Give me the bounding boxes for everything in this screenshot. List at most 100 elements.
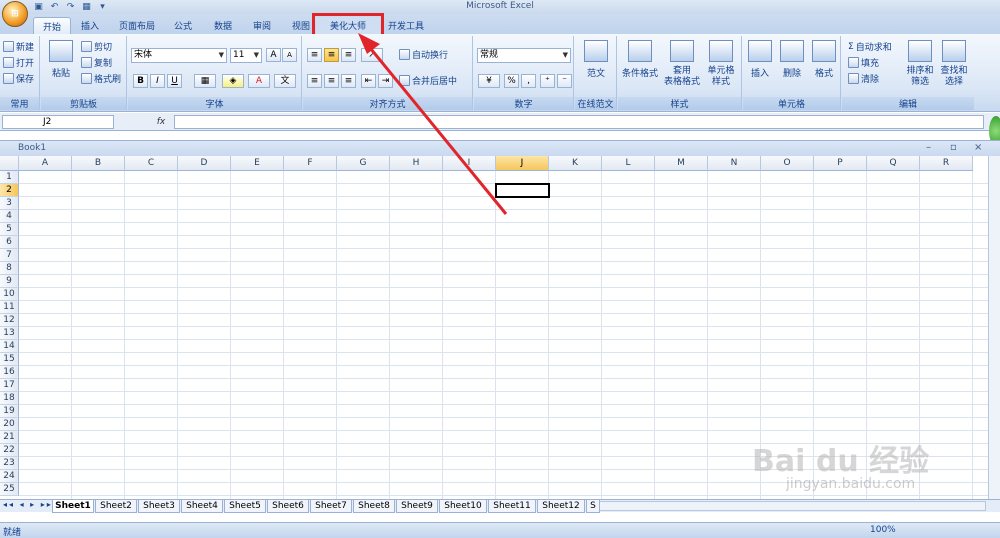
align-center-button[interactable]: ≡: [324, 74, 339, 88]
column-header[interactable]: R: [920, 156, 973, 171]
underline-button[interactable]: U: [167, 74, 182, 88]
row-header[interactable]: 14: [0, 340, 19, 353]
row-header[interactable]: 12: [0, 314, 19, 327]
row-header[interactable]: 17: [0, 379, 19, 392]
fill-button[interactable]: 填充: [848, 56, 879, 69]
sheet-tab[interactable]: Sheet1: [52, 500, 94, 513]
sheet-tab[interactable]: Sheet3: [138, 500, 180, 513]
select-all-corner[interactable]: [0, 156, 19, 171]
phonetic-button[interactable]: 文: [274, 74, 296, 88]
insert-cells-button[interactable]: 插入: [745, 40, 775, 79]
sheet-tab[interactable]: S: [586, 500, 600, 513]
row-header[interactable]: 15: [0, 353, 19, 366]
redo-icon[interactable]: ↷: [64, 2, 77, 13]
table-icon[interactable]: ▦: [80, 2, 93, 13]
row-header[interactable]: 24: [0, 470, 19, 483]
tab-home[interactable]: 开始: [33, 17, 71, 34]
increase-decimal-button[interactable]: ⁺: [540, 74, 555, 88]
sheet-tab[interactable]: Sheet2: [95, 500, 137, 513]
tab-developer[interactable]: 开发工具: [384, 17, 428, 34]
find-select-button[interactable]: 查找和 选择: [938, 40, 970, 88]
column-header[interactable]: O: [761, 156, 814, 171]
align-middle-button[interactable]: ≡: [324, 48, 339, 62]
restore-icon[interactable]: ▫: [950, 142, 957, 153]
column-header[interactable]: P: [814, 156, 867, 171]
conditional-format-button[interactable]: 条件格式: [620, 40, 660, 79]
close-icon[interactable]: ×: [974, 142, 982, 153]
font-size-select[interactable]: 11 ▼: [230, 48, 262, 63]
format-painter-button[interactable]: 格式刷: [81, 72, 121, 85]
tab-formulas[interactable]: 公式: [168, 17, 198, 34]
name-box[interactable]: J2: [2, 115, 114, 129]
insert-function-icon[interactable]: fx: [150, 115, 172, 129]
row-header[interactable]: 13: [0, 327, 19, 340]
row-header[interactable]: 11: [0, 301, 19, 314]
sheet-tab[interactable]: Sheet10: [439, 500, 487, 513]
row-header[interactable]: 21: [0, 431, 19, 444]
font-name-select[interactable]: 宋体 ▼: [131, 48, 227, 63]
column-header[interactable]: I: [443, 156, 496, 171]
column-header[interactable]: C: [125, 156, 178, 171]
paste-button[interactable]: 粘贴: [45, 40, 77, 79]
row-header[interactable]: 2: [0, 184, 19, 197]
tab-data[interactable]: 数据: [208, 17, 238, 34]
column-header[interactable]: M: [655, 156, 708, 171]
percent-button[interactable]: %: [504, 74, 519, 88]
formula-input[interactable]: [174, 115, 984, 129]
template-button[interactable]: 范文: [580, 40, 612, 79]
row-header[interactable]: 19: [0, 405, 19, 418]
tab-insert[interactable]: 插入: [75, 17, 105, 34]
sheet-tab[interactable]: Sheet5: [224, 500, 266, 513]
column-header[interactable]: J: [496, 156, 549, 171]
sheet-tab[interactable]: Sheet7: [310, 500, 352, 513]
fill-color-button[interactable]: ◈: [222, 74, 244, 88]
format-cells-button[interactable]: 格式: [809, 40, 839, 79]
row-header[interactable]: 25: [0, 483, 19, 496]
tab-review[interactable]: 审阅: [247, 17, 277, 34]
tab-view[interactable]: 视图: [286, 17, 316, 34]
row-header[interactable]: 4: [0, 210, 19, 223]
clear-button[interactable]: 清除: [848, 72, 879, 85]
align-top-button[interactable]: ≡: [307, 48, 322, 62]
tab-page-layout[interactable]: 页面布局: [113, 17, 161, 34]
row-header[interactable]: 10: [0, 288, 19, 301]
zoom-level[interactable]: 100%: [870, 525, 896, 535]
autosum-button[interactable]: Σ 自动求和: [848, 40, 892, 54]
row-header[interactable]: 23: [0, 457, 19, 470]
comma-button[interactable]: ,: [521, 74, 536, 88]
row-header[interactable]: 5: [0, 223, 19, 236]
row-header[interactable]: 18: [0, 392, 19, 405]
column-header[interactable]: L: [602, 156, 655, 171]
row-header[interactable]: 22: [0, 444, 19, 457]
save-icon[interactable]: ▣: [32, 2, 45, 13]
border-button[interactable]: ▦: [194, 74, 216, 88]
align-bottom-button[interactable]: ≡: [341, 48, 356, 62]
column-header[interactable]: F: [284, 156, 337, 171]
italic-button[interactable]: I: [150, 74, 165, 88]
sheet-tab[interactable]: Sheet9: [396, 500, 438, 513]
horizontal-scrollbar[interactable]: [598, 501, 986, 511]
decrease-indent-button[interactable]: ⇤: [361, 74, 376, 88]
font-color-button[interactable]: A: [248, 74, 270, 88]
cell-styles-button[interactable]: 单元格 样式: [702, 40, 740, 88]
row-header[interactable]: 1: [0, 171, 19, 184]
increase-indent-button[interactable]: ⇥: [378, 74, 393, 88]
currency-button[interactable]: ¥: [478, 74, 500, 88]
minimize-icon[interactable]: –: [926, 142, 931, 153]
column-header[interactable]: K: [549, 156, 602, 171]
row-header[interactable]: 20: [0, 418, 19, 431]
open-button[interactable]: 打开: [3, 56, 34, 69]
grow-font-button[interactable]: A: [266, 48, 281, 62]
sheet-tab[interactable]: Sheet12: [537, 500, 585, 513]
undo-icon[interactable]: ↶: [48, 2, 61, 13]
cut-button[interactable]: 剪切: [81, 40, 112, 53]
column-header[interactable]: Q: [867, 156, 920, 171]
column-header[interactable]: E: [231, 156, 284, 171]
orientation-button[interactable]: ↗: [361, 48, 383, 62]
row-header[interactable]: 16: [0, 366, 19, 379]
row-header[interactable]: 3: [0, 197, 19, 210]
merge-center-button[interactable]: 合并后居中: [399, 74, 457, 87]
office-button[interactable]: ⊞: [2, 1, 28, 27]
format-as-table-button[interactable]: 套用 表格格式: [662, 40, 702, 88]
vertical-scrollbar[interactable]: [988, 156, 1000, 499]
